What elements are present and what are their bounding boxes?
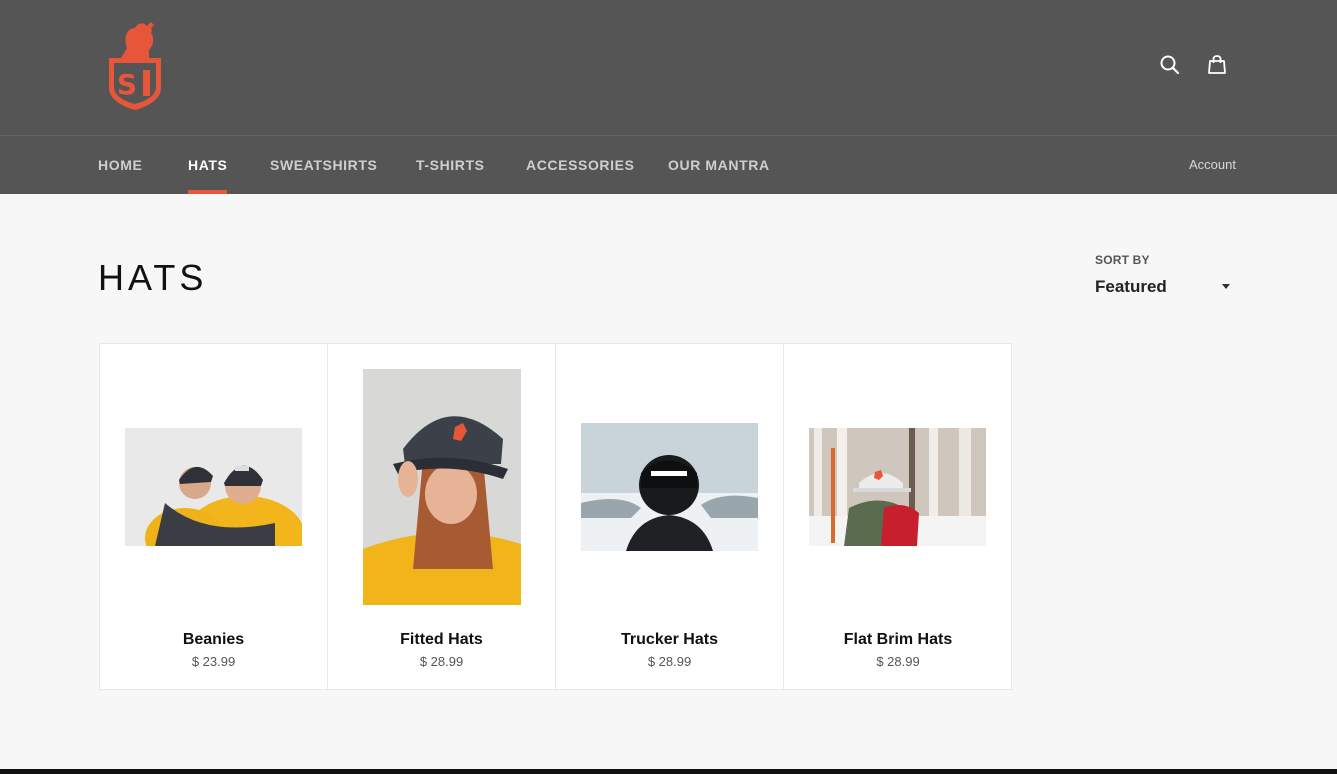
site-header: S xyxy=(0,0,1337,135)
nav-item-our-mantra[interactable]: OUR MANTRA xyxy=(668,157,770,173)
product-card-trucker-hats[interactable]: Trucker Hats $ 28.99 xyxy=(556,344,784,689)
beanies-photo xyxy=(125,428,302,546)
nav-item-t-shirts[interactable]: T-SHIRTS xyxy=(416,157,485,173)
sort-by-label: SORT BY xyxy=(1095,253,1150,267)
store-logo[interactable]: S xyxy=(105,18,165,112)
search-icon xyxy=(1160,55,1180,75)
product-card-beanies[interactable]: Beanies $ 23.99 xyxy=(100,344,328,689)
cart-button[interactable] xyxy=(1204,52,1230,78)
product-price: $ 28.99 xyxy=(876,654,920,669)
product-name[interactable]: Fitted Hats xyxy=(328,631,555,649)
product-price: $ 23.99 xyxy=(191,654,236,669)
account-link[interactable]: Account xyxy=(1189,157,1236,172)
main-navigation: HOME HATS SWEATSHIRTS T-SHIRTS ACCESSORI… xyxy=(0,135,1337,194)
footer-edge xyxy=(0,769,1337,774)
search-button[interactable] xyxy=(1157,52,1183,78)
product-name[interactable]: Beanies xyxy=(100,631,327,649)
sort-by-select[interactable]: Featured xyxy=(1095,277,1235,299)
chevron-down-icon xyxy=(1222,284,1230,289)
product-image-flat-brim-hats[interactable] xyxy=(809,428,986,546)
product-image-trucker-hats[interactable] xyxy=(581,423,758,551)
product-name[interactable]: Flat Brim Hats xyxy=(784,631,1012,649)
product-card-flat-brim-hats[interactable]: Flat Brim Hats $ 28.99 xyxy=(784,344,1012,689)
trucker-hats-photo xyxy=(581,423,758,551)
shopping-bag-icon xyxy=(1208,55,1226,74)
bear-shield-logo-icon: S xyxy=(109,22,161,110)
product-price: $ 28.99 xyxy=(419,654,464,669)
nav-item-sweatshirts[interactable]: SWEATSHIRTS xyxy=(270,157,377,173)
nav-item-hats[interactable]: HATS xyxy=(188,157,227,173)
product-card-fitted-hats[interactable]: Fitted Hats $ 28.99 xyxy=(328,344,556,689)
fitted-hats-photo xyxy=(363,369,521,605)
product-image-fitted-hats[interactable] xyxy=(363,369,521,605)
product-name[interactable]: Trucker Hats xyxy=(556,631,783,649)
product-grid: Beanies $ 23.99 Fitted Hats $ 28.99 Truc… xyxy=(99,343,1012,690)
flat-brim-hats-photo xyxy=(809,428,986,546)
sort-selected-value: Featured xyxy=(1095,277,1167,296)
product-price: $ 28.99 xyxy=(647,654,692,669)
product-image-beanies[interactable] xyxy=(125,428,302,546)
nav-item-accessories[interactable]: ACCESSORIES xyxy=(526,157,635,173)
active-nav-indicator xyxy=(188,190,227,194)
nav-item-home[interactable]: HOME xyxy=(98,157,142,173)
svg-text:S: S xyxy=(117,68,137,101)
page-title: HATS xyxy=(98,257,208,298)
